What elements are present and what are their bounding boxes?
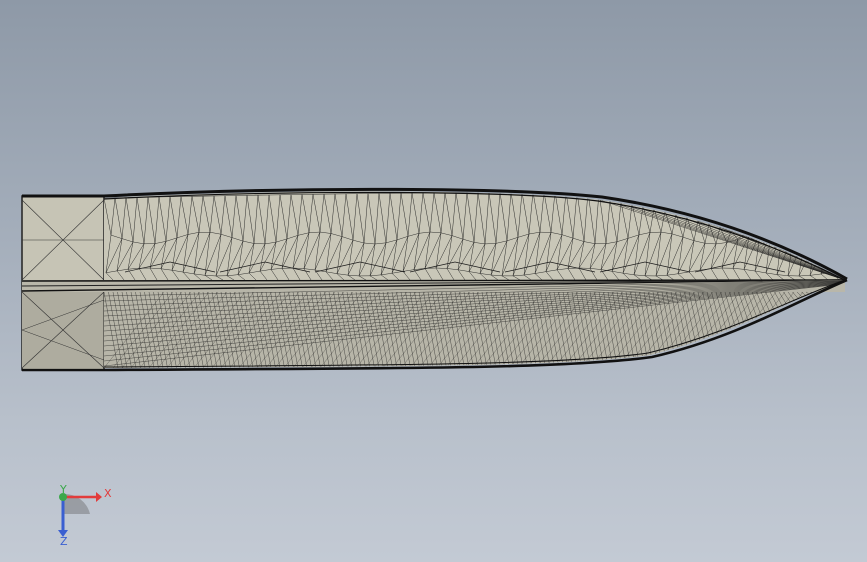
y-axis-label: Y xyxy=(60,483,67,496)
triad-graphic xyxy=(58,492,102,537)
hull-model[interactable] xyxy=(0,0,867,562)
orientation-triad[interactable]: X Y Z xyxy=(44,480,124,550)
x-axis-label: X xyxy=(104,487,112,500)
graphics-viewport[interactable]: X Y Z xyxy=(0,0,867,562)
z-axis-label: Z xyxy=(60,535,68,548)
x-axis-arrow-head xyxy=(96,492,102,502)
